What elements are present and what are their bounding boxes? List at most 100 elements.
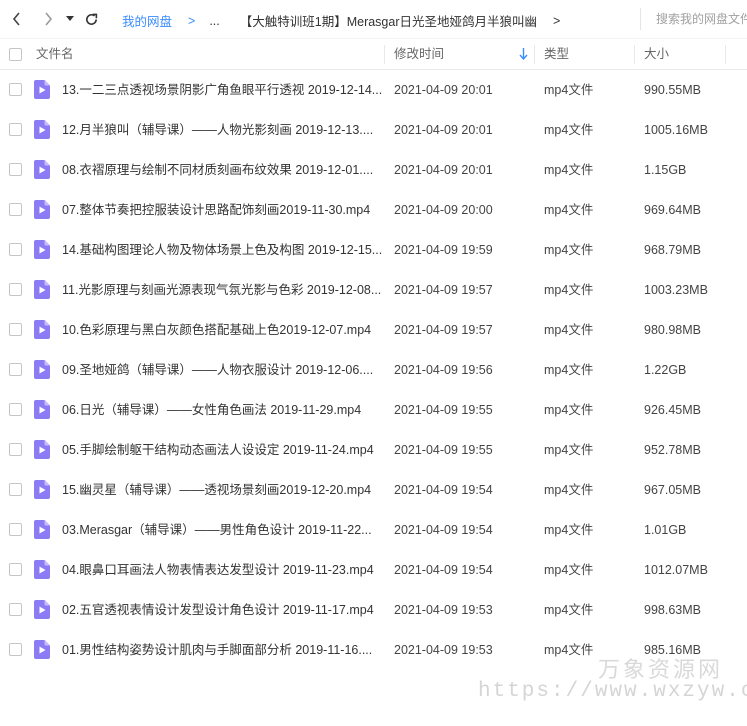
file-name[interactable]: 07.整体节奏把控服装设计思路配饰刻画2019-11-30.mp4 [62, 190, 384, 230]
back-button[interactable] [6, 8, 28, 30]
file-row-checkbox[interactable] [9, 603, 22, 616]
file-name[interactable]: 11.光影原理与刻画光源表现气氛光影与色彩 2019-12-08... [62, 270, 384, 310]
file-size: 1.22GB [644, 363, 687, 377]
file-row-checkbox[interactable] [9, 163, 22, 176]
file-name[interactable]: 02.五官透视表情设计发型设计角色设计 2019-11-17.mp4 [62, 590, 384, 630]
column-header-time[interactable]: 修改时间 [394, 39, 444, 70]
video-file-icon [34, 200, 50, 219]
file-name[interactable]: 08.衣褶原理与绘制不同材质刻画布纹效果 2019-12-01.... [62, 150, 384, 190]
file-row[interactable]: 12.月半狼叫（辅导课）——人物光影刻画 2019-12-13.... 2021-… [0, 110, 747, 150]
file-row-checkbox[interactable] [9, 283, 22, 296]
history-dropdown-button[interactable] [62, 8, 78, 30]
file-size: 969.64MB [644, 203, 701, 217]
file-row-checkbox[interactable] [9, 563, 22, 576]
file-row-checkbox[interactable] [9, 243, 22, 256]
file-row-checkbox[interactable] [9, 643, 22, 656]
file-modified-time: 2021-04-09 19:54 [394, 483, 493, 497]
file-row[interactable]: 10.色彩原理与黑白灰颜色搭配基础上色2019-12-07.mp4 2021-04… [0, 310, 747, 350]
video-file-icon [34, 480, 50, 499]
breadcrumb-end-separator[interactable]: > [553, 14, 560, 28]
file-modified-time: 2021-04-09 20:00 [394, 203, 493, 217]
file-row[interactable]: 07.整体节奏把控服装设计思路配饰刻画2019-11-30.mp4 2021-04… [0, 190, 747, 230]
file-row[interactable]: 03.Merasgar（辅导课）——男性角色设计 2019-11-22... 20… [0, 510, 747, 550]
file-row-checkbox[interactable] [9, 443, 22, 456]
video-file-icon [34, 280, 50, 299]
file-row[interactable]: 11.光影原理与刻画光源表现气氛光影与色彩 2019-12-08... 2021-… [0, 270, 747, 310]
file-row[interactable]: 04.眼鼻口耳画法人物表情表达发型设计 2019-11-23.mp4 2021-0… [0, 550, 747, 590]
breadcrumb-current-folder: 【大触特训班1期】Merasgar日光圣地娅鸽月半狼叫幽 [239, 15, 537, 29]
file-modified-time: 2021-04-09 19:54 [394, 563, 493, 577]
file-name[interactable]: 15.幽灵星（辅导课）——透视场景刻画2019-12-20.mp4 [62, 470, 384, 510]
file-modified-time: 2021-04-09 19:57 [394, 323, 493, 337]
sort-descending-icon[interactable] [519, 48, 528, 60]
file-size: 926.45MB [644, 403, 701, 417]
file-row-checkbox[interactable] [9, 123, 22, 136]
column-header-type[interactable]: 类型 [544, 39, 569, 70]
chevron-left-icon [12, 12, 20, 26]
file-type: mp4文件 [544, 403, 594, 417]
video-file-icon [34, 120, 50, 139]
file-modified-time: 2021-04-09 20:01 [394, 163, 493, 177]
file-modified-time: 2021-04-09 19:56 [394, 363, 493, 377]
column-divider[interactable] [725, 45, 726, 64]
file-type: mp4文件 [544, 443, 594, 457]
file-size: 1003.23MB [644, 283, 708, 297]
file-row-checkbox[interactable] [9, 483, 22, 496]
file-type: mp4文件 [544, 203, 594, 217]
file-row[interactable]: 02.五官透视表情设计发型设计角色设计 2019-11-17.mp4 2021-0… [0, 590, 747, 630]
file-type: mp4文件 [544, 323, 594, 337]
file-row[interactable]: 14.基础构图理论人物及物体场景上色及构图 2019-12-15... 2021-… [0, 230, 747, 270]
file-modified-time: 2021-04-09 20:01 [394, 123, 493, 137]
file-row-checkbox[interactable] [9, 323, 22, 336]
video-file-icon [34, 440, 50, 459]
video-file-icon [34, 560, 50, 579]
file-row-checkbox[interactable] [9, 523, 22, 536]
file-name[interactable]: 06.日光（辅导课）——女性角色画法 2019-11-29.mp4 [62, 390, 384, 430]
file-row-checkbox[interactable] [9, 83, 22, 96]
breadcrumb: 我的网盘 > ... 【大触特训班1期】Merasgar日光圣地娅鸽月半狼叫幽 … [122, 11, 560, 30]
column-header-name[interactable]: 文件名 [36, 39, 74, 70]
file-type: mp4文件 [544, 363, 594, 377]
file-row-checkbox[interactable] [9, 203, 22, 216]
file-row[interactable]: 15.幽灵星（辅导课）——透视场景刻画2019-12-20.mp4 2021-04… [0, 470, 747, 510]
video-file-icon [34, 160, 50, 179]
file-size: 1.15GB [644, 163, 687, 177]
breadcrumb-ellipsis[interactable]: ... [209, 14, 219, 28]
file-name[interactable]: 10.色彩原理与黑白灰颜色搭配基础上色2019-12-07.mp4 [62, 310, 384, 350]
file-type: mp4文件 [544, 643, 594, 657]
search-input[interactable] [644, 6, 747, 32]
file-name[interactable]: 01.男性结构姿势设计肌肉与手脚面部分析 2019-11-16.... [62, 630, 384, 670]
breadcrumb-root[interactable]: 我的网盘 [122, 11, 172, 30]
file-name[interactable]: 14.基础构图理论人物及物体场景上色及构图 2019-12-15... [62, 230, 384, 270]
file-row-checkbox[interactable] [9, 403, 22, 416]
file-row[interactable]: 08.衣褶原理与绘制不同材质刻画布纹效果 2019-12-01.... 2021-… [0, 150, 747, 190]
file-row[interactable]: 05.手脚绘制躯干结构动态画法人设设定 2019-11-24.mp4 2021-0… [0, 430, 747, 470]
forward-button[interactable] [37, 8, 59, 30]
file-row[interactable]: 09.圣地娅鸽（辅导课）——人物衣服设计 2019-12-06.... 2021-… [0, 350, 747, 390]
file-row-checkbox[interactable] [9, 363, 22, 376]
video-file-icon [34, 600, 50, 619]
column-divider[interactable] [384, 45, 385, 64]
file-row[interactable]: 13.一二三点透视场景阴影广角鱼眼平行透视 2019-12-14... 2021-… [0, 70, 747, 110]
file-name[interactable]: 05.手脚绘制躯干结构动态画法人设设定 2019-11-24.mp4 [62, 430, 384, 470]
file-modified-time: 2021-04-09 19:53 [394, 643, 493, 657]
file-name[interactable]: 03.Merasgar（辅导课）——男性角色设计 2019-11-22... [62, 510, 384, 550]
file-name[interactable]: 12.月半狼叫（辅导课）——人物光影刻画 2019-12-13.... [62, 110, 384, 150]
file-name[interactable]: 13.一二三点透视场景阴影广角鱼眼平行透视 2019-12-14... [62, 70, 384, 110]
file-modified-time: 2021-04-09 19:57 [394, 283, 493, 297]
column-divider[interactable] [534, 45, 535, 64]
file-modified-time: 2021-04-09 19:54 [394, 523, 493, 537]
file-row[interactable]: 06.日光（辅导课）——女性角色画法 2019-11-29.mp4 2021-04… [0, 390, 747, 430]
column-divider[interactable] [634, 45, 635, 64]
column-header-size[interactable]: 大小 [644, 39, 669, 70]
file-modified-time: 2021-04-09 19:53 [394, 603, 493, 617]
file-modified-time: 2021-04-09 19:55 [394, 443, 493, 457]
refresh-button[interactable] [80, 8, 102, 30]
video-file-icon [34, 320, 50, 339]
file-name[interactable]: 09.圣地娅鸽（辅导课）——人物衣服设计 2019-12-06.... [62, 350, 384, 390]
file-name[interactable]: 04.眼鼻口耳画法人物表情表达发型设计 2019-11-23.mp4 [62, 550, 384, 590]
file-type: mp4文件 [544, 523, 594, 537]
caret-down-icon [66, 16, 74, 21]
select-all-checkbox[interactable] [9, 48, 22, 61]
file-size: 952.78MB [644, 443, 701, 457]
